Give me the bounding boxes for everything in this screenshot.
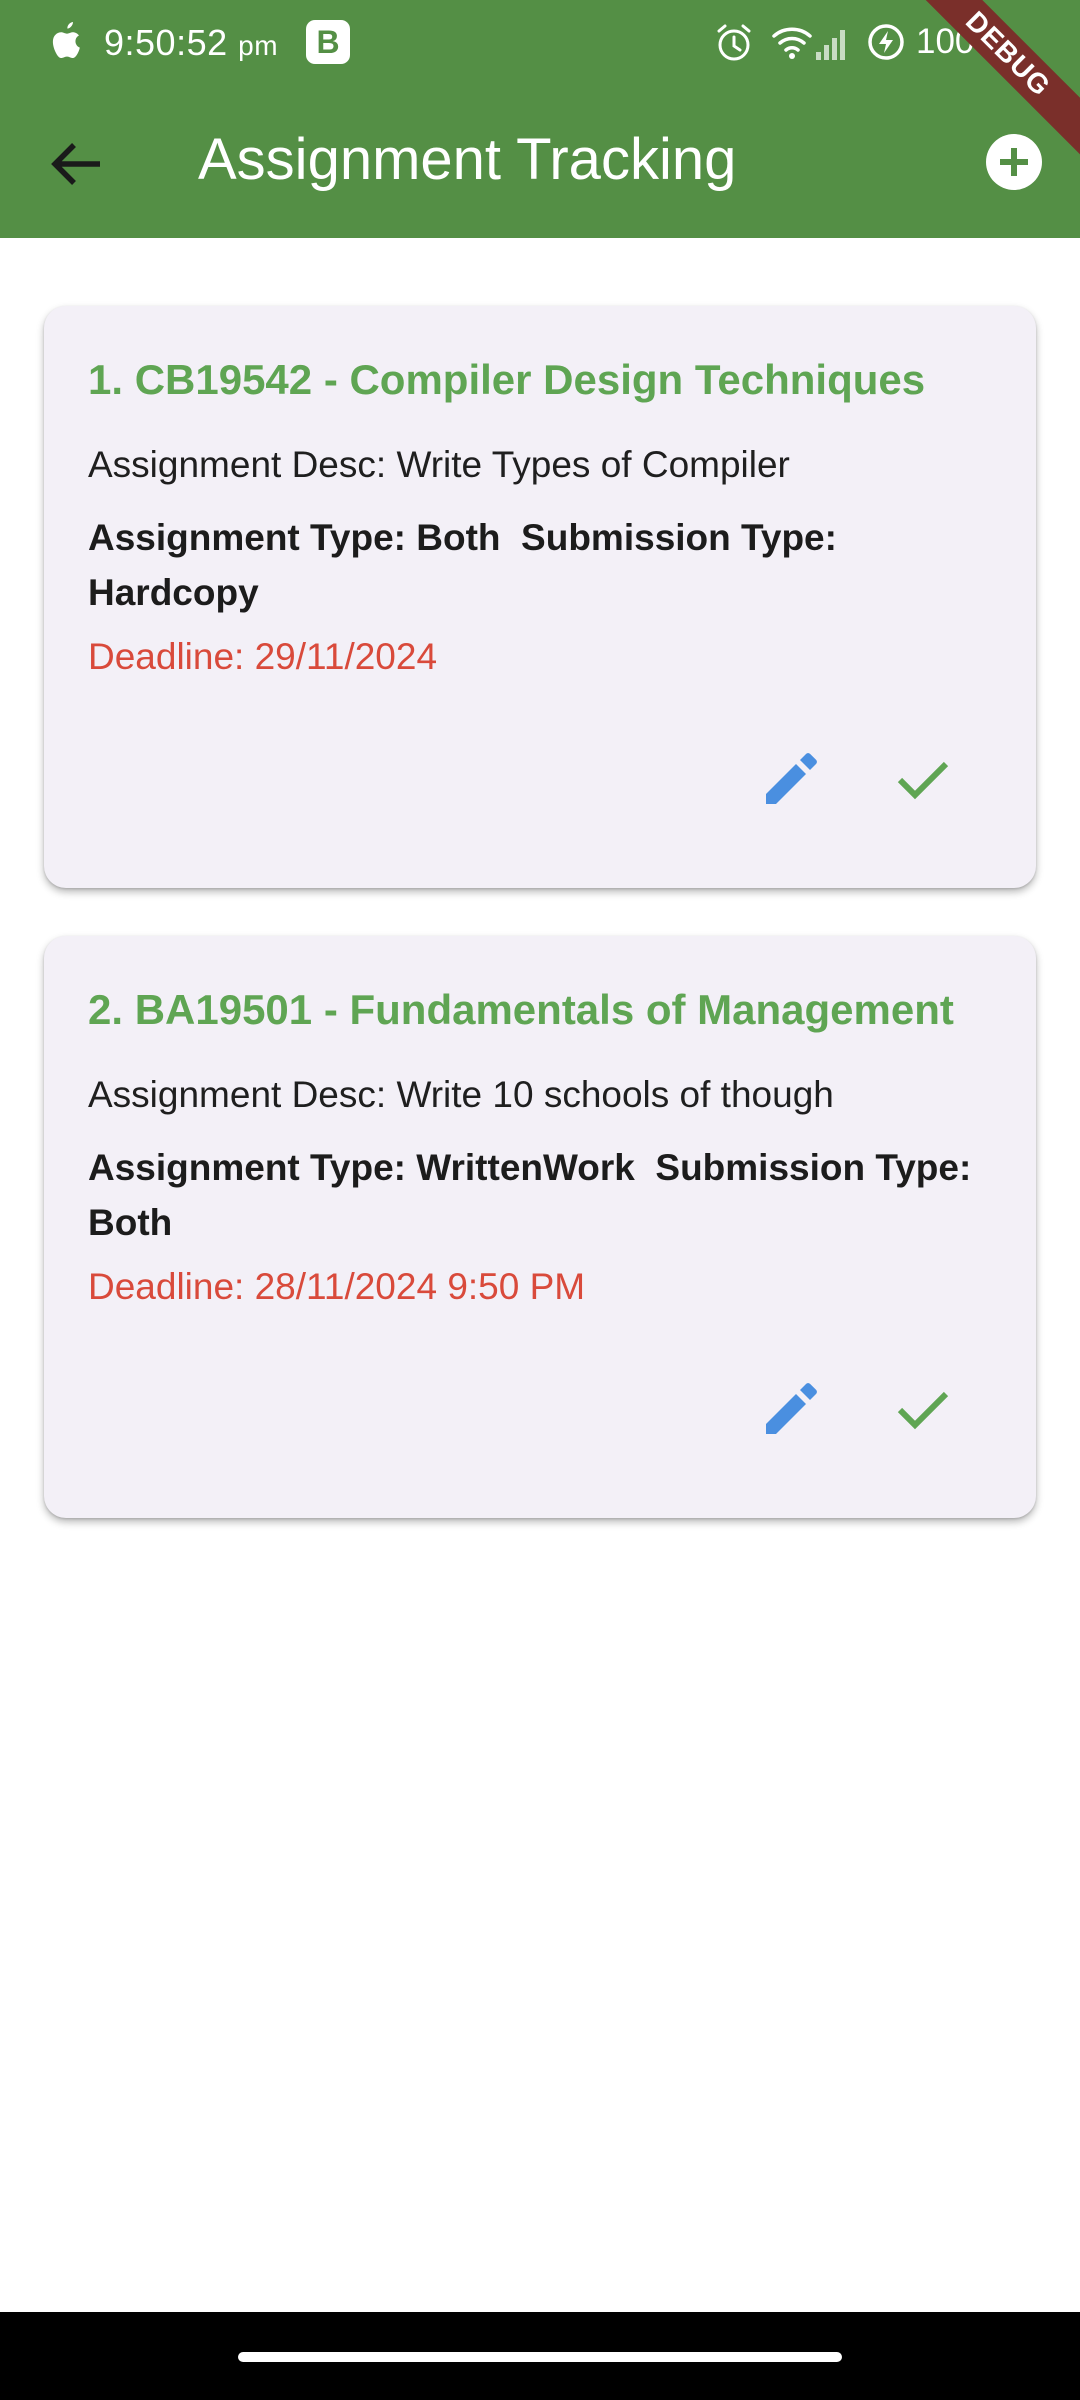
assignment-types-line-1: Assignment Type: Both Submission Type: bbox=[88, 517, 837, 558]
app-bar: 9:50:52 pm B 100 DEBUG Assignment Tracki… bbox=[0, 0, 1080, 238]
assignment-card[interactable]: 1. CB19542 - Compiler Design Techniques … bbox=[44, 306, 1036, 888]
assignment-deadline: Deadline: 29/11/2024 bbox=[88, 636, 438, 677]
signal-icon bbox=[816, 30, 845, 60]
assignment-card[interactable]: 2. BA19501 - Fundamentals of Management … bbox=[44, 936, 1036, 1518]
edit-pencil-icon[interactable] bbox=[754, 742, 826, 814]
add-circle-icon[interactable] bbox=[985, 133, 1043, 191]
assignment-description: Assignment Desc: Write Types of Compiler bbox=[88, 444, 790, 485]
status-bar: 9:50:52 pm B 100 bbox=[0, 0, 1080, 86]
status-time: 9:50:52 pm bbox=[104, 22, 279, 63]
assignment-types: Assignment Type: WrittenWork Submission … bbox=[88, 1140, 998, 1250]
apple-icon bbox=[52, 22, 80, 58]
assignment-title: 2. BA19501 - Fundamentals of Management bbox=[88, 986, 954, 1033]
page-title: Assignment Tracking bbox=[198, 127, 737, 192]
assignment-types: Assignment Type: Both Submission Type: H… bbox=[88, 510, 998, 620]
assignment-types-line-2: Both bbox=[88, 1202, 173, 1243]
alarm-icon bbox=[717, 24, 751, 61]
notification-badge: B bbox=[306, 20, 350, 64]
edit-pencil-icon[interactable] bbox=[754, 1372, 826, 1444]
wifi-icon bbox=[772, 27, 812, 59]
assignment-types-line-1: Assignment Type: WrittenWork Submission … bbox=[88, 1147, 972, 1188]
home-indicator[interactable] bbox=[238, 2352, 842, 2362]
back-arrow-icon[interactable] bbox=[40, 128, 112, 200]
assignment-title: 1. CB19542 - Compiler Design Techniques bbox=[88, 356, 926, 403]
check-icon[interactable] bbox=[894, 1380, 952, 1438]
check-icon[interactable] bbox=[894, 750, 952, 808]
assignment-types-line-2: Hardcopy bbox=[88, 572, 259, 613]
charging-icon bbox=[868, 24, 904, 60]
assignment-description: Assignment Desc: Write 10 schools of tho… bbox=[88, 1074, 834, 1115]
assignment-deadline: Deadline: 28/11/2024 9:50 PM bbox=[88, 1266, 586, 1307]
